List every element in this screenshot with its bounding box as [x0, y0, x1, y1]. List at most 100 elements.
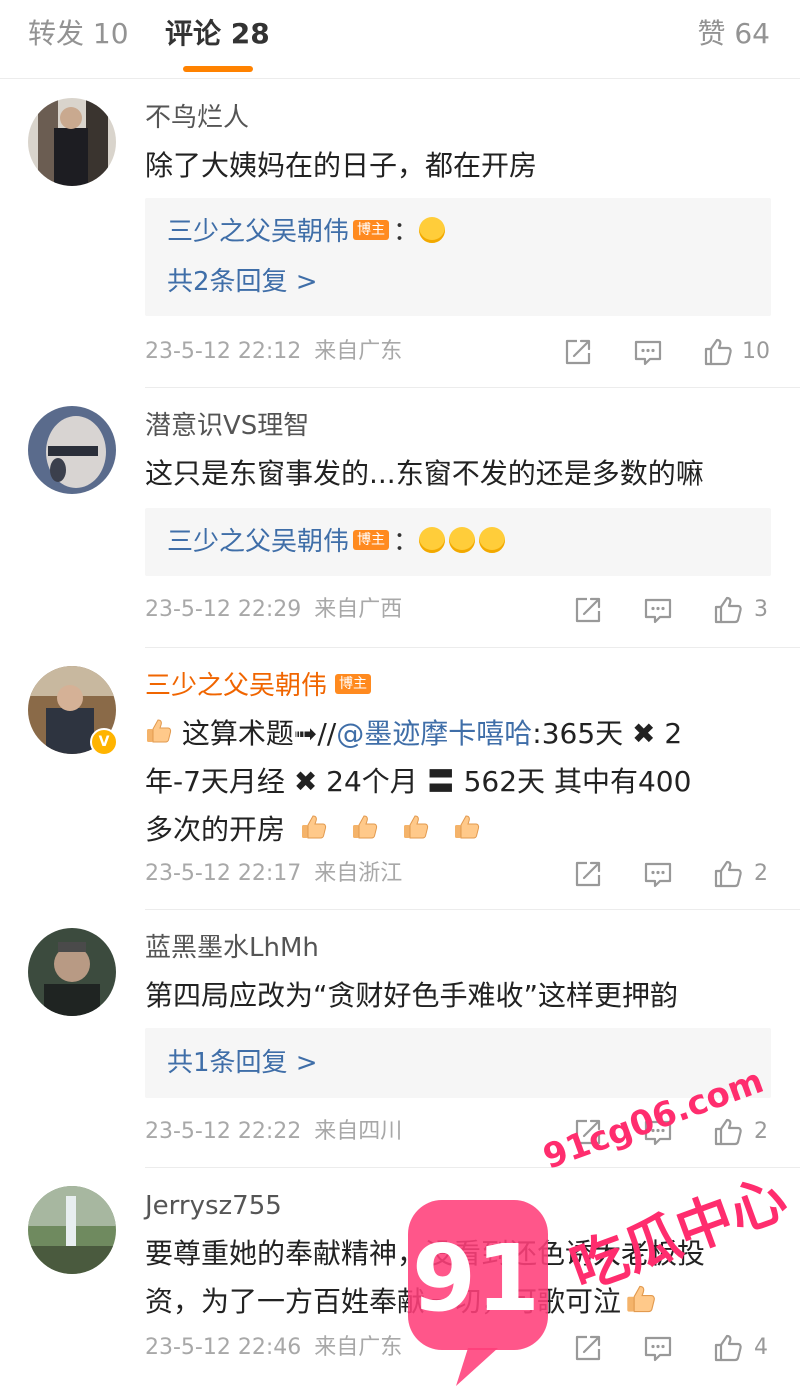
- comment-item: V 三少之父吴朝伟 博主 这算术题➟//@墨迹摩卡嘻哈:365天 ✖ 2 年-7天…: [0, 648, 800, 910]
- comment-item: Jerrysz755 要尊重她的奉献精神，没看到还色诱大老板投 资，为了一方百姓…: [0, 1168, 800, 1388]
- comment-text-line-1: 这算术题➟//@墨迹摩卡嘻哈:365天 ✖ 2: [145, 710, 770, 758]
- tab-comments[interactable]: 评论 28: [165, 14, 270, 54]
- text-line3: 多次的开房: [145, 813, 286, 846]
- blogger-badge: 博主: [335, 673, 372, 694]
- reply-author[interactable]: 三少之父吴朝伟: [167, 217, 349, 247]
- like-icon[interactable]: [712, 594, 744, 626]
- comment-time: 23-5-12 22:17: [145, 861, 302, 886]
- comment-item: 蓝黑墨水LhMh 第四局应改为“贪财好色手难收”这样更押韵 共1条回复 > 23…: [0, 910, 800, 1168]
- comment-text: 要尊重她的奉献精神，没看到还色诱大老板投 资，为了一方百姓奉献一切，可歌可泣: [145, 1230, 770, 1326]
- thumbs-up-emoji-icon: [300, 813, 328, 841]
- verified-badge-icon: V: [90, 728, 118, 756]
- mention-link[interactable]: @墨迹摩卡嘻哈: [336, 717, 532, 750]
- avatar[interactable]: [28, 928, 116, 1016]
- reply-box[interactable]: 三少之父吴朝伟 博主： 共2条回复 >: [145, 198, 771, 316]
- comment-text-line-3: 多次的开房: [145, 806, 770, 854]
- tab-likes[interactable]: 赞 64: [697, 14, 770, 54]
- comment-location: 来自四川: [314, 1119, 403, 1144]
- comment-location: 来自广东: [314, 339, 403, 364]
- comment-icon[interactable]: [632, 336, 664, 368]
- share-icon[interactable]: [572, 594, 604, 626]
- reply-box[interactable]: 三少之父吴朝伟 博主：: [145, 508, 771, 576]
- reply-line: 三少之父吴朝伟 博主：: [167, 212, 449, 252]
- laugh-cry-emoji-icon: [479, 526, 506, 553]
- avatar[interactable]: [28, 406, 116, 494]
- blogger-badge: 博主: [353, 529, 390, 550]
- reply-line: 三少之父吴朝伟 博主：: [167, 522, 509, 562]
- comment-location: 来自浙江: [314, 861, 403, 886]
- comment-time: 23-5-12 22:12: [145, 339, 302, 364]
- reply-colon: ：: [393, 217, 420, 247]
- comment-location: 来自广西: [314, 597, 403, 622]
- reply-author[interactable]: 三少之父吴朝伟: [167, 527, 349, 557]
- comment-text: 第四局应改为“贪财好色手难收”这样更押韵: [145, 979, 679, 1012]
- comment-text-line-2: 资，为了一方百姓奉献一切，可歌可泣: [145, 1278, 770, 1326]
- comment-icon[interactable]: [642, 1116, 674, 1148]
- comment-item: 潜意识VS理智 这只是东窗事发的...东窗不发的还是多数的嘛 三少之父吴朝伟 博主…: [0, 388, 800, 648]
- text-line2: 资，为了一方百姓奉献一切，可歌可泣: [145, 1285, 622, 1318]
- like-icon[interactable]: [702, 336, 734, 368]
- tab-reposts[interactable]: 转发 10: [28, 14, 129, 54]
- like-icon[interactable]: [712, 1116, 744, 1148]
- comment-meta: 23-5-12 22:12 来自广东: [145, 336, 402, 368]
- comment-actions: 3: [572, 594, 772, 626]
- comment-actions: 2: [572, 1116, 772, 1148]
- share-icon[interactable]: [562, 336, 594, 368]
- laugh-cry-emoji-icon: [419, 216, 446, 243]
- comment-item: 不鸟烂人 除了大姨妈在的日子，都在开房 三少之父吴朝伟 博主： 共2条回复 > 2…: [0, 80, 800, 388]
- comment-icon[interactable]: [642, 1332, 674, 1364]
- like-count: 4: [754, 1335, 768, 1360]
- comment-actions: 4: [572, 1332, 772, 1364]
- comment-username[interactable]: 不鸟烂人: [145, 100, 249, 136]
- comment-tabs: 转发 10 评论 28 赞 64: [0, 0, 800, 79]
- thumbs-up-emoji-icon: [351, 813, 379, 841]
- comment-icon[interactable]: [642, 858, 674, 890]
- comment-time: 23-5-12 22:46: [145, 1335, 302, 1360]
- thumbs-up-emoji-icon: [625, 1283, 657, 1315]
- like-icon[interactable]: [712, 858, 744, 890]
- more-replies-link[interactable]: 共2条回复 >: [167, 262, 318, 302]
- laugh-cry-emoji-icon: [449, 526, 476, 553]
- comment-username[interactable]: Jerrysz755: [145, 1188, 282, 1224]
- comment-username: 三少之父吴朝伟 博主: [145, 668, 375, 704]
- avatar[interactable]: [28, 98, 116, 186]
- comment-meta: 23-5-12 22:22 来自四川: [145, 1116, 402, 1148]
- comment-meta: 23-5-12 22:29 来自广西: [145, 594, 402, 626]
- thumbs-up-emoji-icon: [453, 813, 481, 841]
- share-icon[interactable]: [572, 858, 604, 890]
- comment-actions: 10: [562, 336, 772, 368]
- comment-time: 23-5-12 22:29: [145, 597, 302, 622]
- comment-text-line-1: 要尊重她的奉献精神，没看到还色诱大老板投: [145, 1237, 706, 1270]
- share-icon[interactable]: [572, 1116, 604, 1148]
- comment-location: 来自广东: [314, 1335, 403, 1360]
- comment-username[interactable]: 蓝黑墨水LhMh: [145, 930, 319, 966]
- thumbs-up-emoji-icon: [145, 717, 173, 745]
- active-tab-indicator: [183, 66, 253, 72]
- reply-box[interactable]: 共1条回复 >: [145, 1028, 771, 1098]
- comment-text: 这算术题➟//@墨迹摩卡嘻哈:365天 ✖ 2 年-7天月经 ✖ 24个月 〓 …: [145, 710, 770, 854]
- laugh-cry-emoji-icon: [419, 526, 446, 553]
- like-count: 3: [754, 597, 768, 622]
- comment-icon[interactable]: [642, 594, 674, 626]
- comment-time: 23-5-12 22:22: [145, 1119, 302, 1144]
- comment-text: 这只是东窗事发的...东窗不发的还是多数的嘛: [145, 457, 704, 490]
- like-count: 2: [754, 1119, 768, 1144]
- comment-meta: 23-5-12 22:46 来自广东: [145, 1332, 402, 1364]
- like-icon[interactable]: [712, 1332, 744, 1364]
- comment-meta: 23-5-12 22:17 来自浙江: [145, 858, 402, 890]
- avatar[interactable]: [28, 1186, 116, 1274]
- text-prefix: 这算术题➟//: [181, 717, 337, 750]
- comment-text: 除了大姨妈在的日子，都在开房: [145, 149, 538, 182]
- host-username[interactable]: 三少之父吴朝伟: [145, 671, 327, 701]
- share-icon[interactable]: [572, 1332, 604, 1364]
- comment-text-line-2: 年-7天月经 ✖ 24个月 〓 562天 其中有400: [145, 765, 692, 798]
- text-line1-end: :365天 ✖ 2: [532, 717, 683, 750]
- more-replies-link[interactable]: 共1条回复 >: [167, 1043, 318, 1083]
- comment-actions: 2: [572, 858, 772, 890]
- like-count: 2: [754, 861, 768, 886]
- thumbs-up-emoji-icon: [402, 813, 430, 841]
- reply-colon: ：: [393, 527, 420, 557]
- comment-username[interactable]: 潜意识VS理智: [145, 408, 309, 444]
- blogger-badge: 博主: [353, 219, 390, 240]
- like-count: 10: [742, 339, 770, 364]
